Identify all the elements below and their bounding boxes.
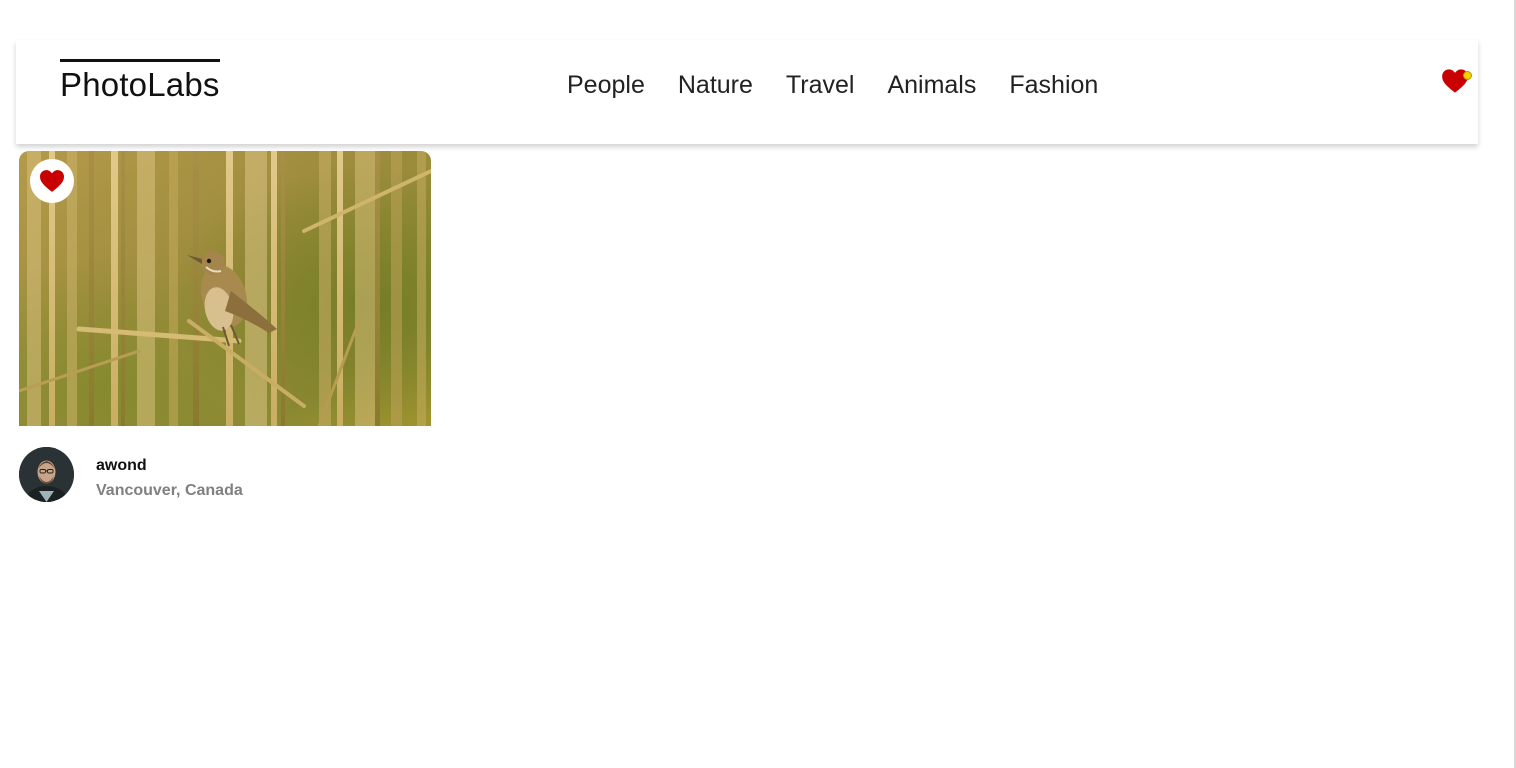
topic-travel[interactable]: Travel	[786, 69, 855, 101]
topic-list: People Nature Travel Animals Fashion	[567, 69, 1098, 101]
photo-user-details: awond Vancouver, Canada	[19, 447, 431, 503]
top-navigation-bar: PhotoLabs People Nature Travel Animals F…	[16, 40, 1478, 144]
topic-nature[interactable]: Nature	[678, 69, 753, 101]
notification-dot	[1463, 71, 1472, 80]
avatar[interactable]	[19, 447, 74, 502]
photo-bird-in-reeds	[19, 151, 431, 426]
logo[interactable]: PhotoLabs	[60, 59, 220, 102]
topic-animals[interactable]: Animals	[887, 69, 976, 101]
photo-location: Vancouver, Canada	[96, 482, 243, 499]
topic-people[interactable]: People	[567, 69, 645, 101]
profile-avatar-image	[19, 447, 74, 502]
topic-fashion[interactable]: Fashion	[1009, 69, 1098, 101]
photo-list-item: awond Vancouver, Canada	[19, 151, 431, 502]
heart-icon	[40, 170, 64, 192]
photo-image[interactable]	[19, 151, 431, 426]
photo-username: awond	[96, 457, 147, 474]
favourites-badge[interactable]	[1441, 68, 1472, 96]
photo-favourite-button[interactable]	[30, 159, 74, 203]
